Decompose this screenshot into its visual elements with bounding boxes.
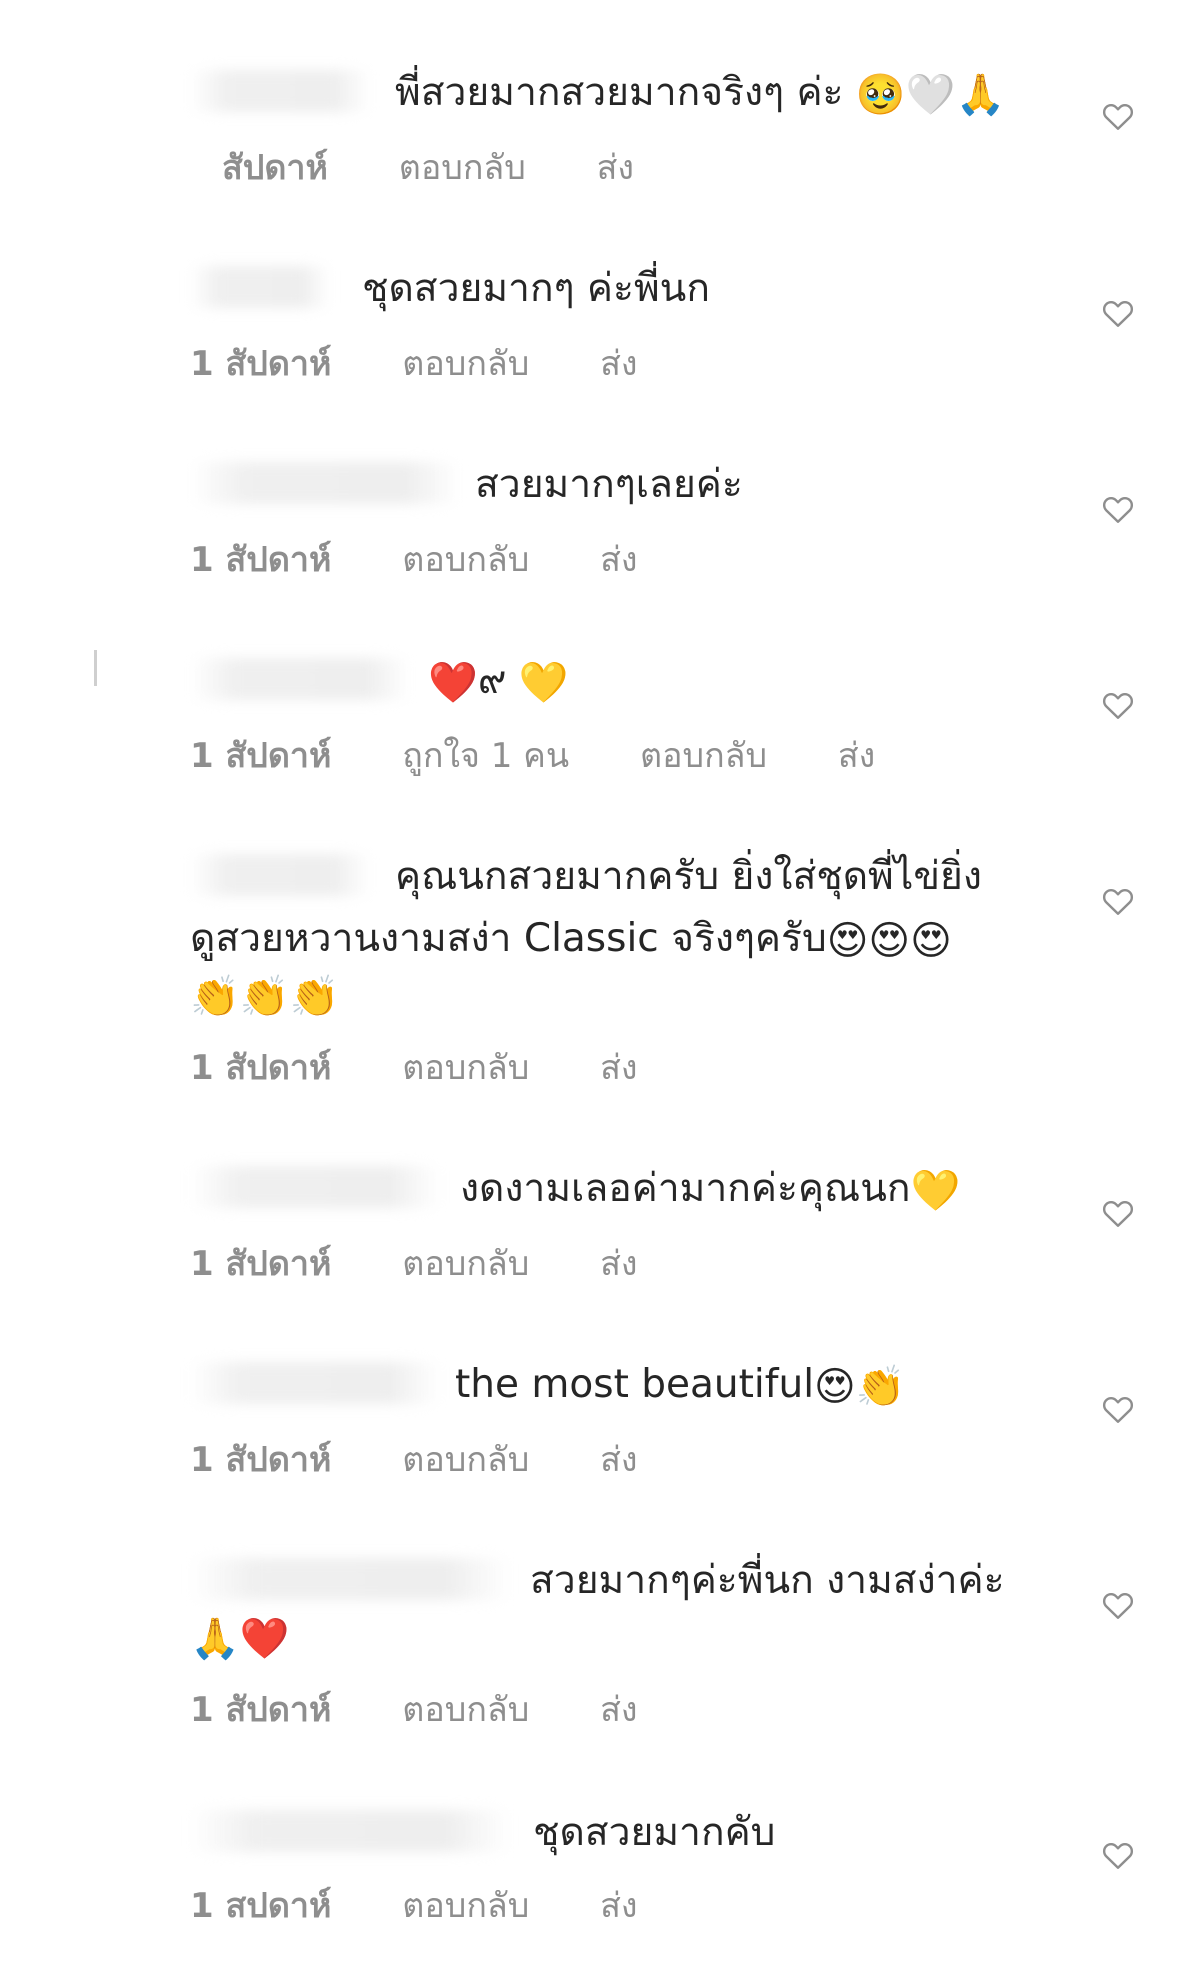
username-redacted: [190, 1362, 440, 1404]
red-heart-emoji: ❤️: [428, 659, 478, 706]
comment-text: the most beautiful😍👏: [455, 1362, 906, 1410]
like-button[interactable]: [1100, 491, 1136, 527]
likes-count[interactable]: ถูกใจ 1 คน: [402, 728, 569, 782]
heart-outline-icon: [1102, 1201, 1134, 1227]
reply-button[interactable]: ตอบกลับ: [402, 336, 529, 390]
comment-text: ชุดสวยมากๆ ค่ะพี่นก: [362, 266, 710, 311]
comment-timestamp: 1 สัปดาห์: [190, 1244, 332, 1284]
comment-timestamp: 1 สัปดาห์: [190, 1048, 332, 1088]
username-redacted: [190, 1558, 510, 1600]
reply-button[interactable]: ตอบกลับ: [402, 1432, 529, 1486]
send-button[interactable]: ส่ง: [600, 1236, 637, 1290]
heart-outline-icon: [1102, 301, 1134, 327]
send-button[interactable]: ส่ง: [600, 1040, 637, 1094]
like-button[interactable]: [1100, 1195, 1136, 1231]
comment-text: สวยมากๆค่ะพี่นก งามสง่าค่ะ: [530, 1558, 1005, 1603]
divider-mark: [94, 650, 97, 686]
heart-eyes-emoji: 😍😍😍: [826, 917, 952, 964]
send-button[interactable]: ส่ง: [600, 532, 637, 586]
reply-button[interactable]: ตอบกลับ: [402, 532, 529, 586]
comment-meta: 1 สปดาห์ ตอบกลับ ส่ง: [190, 1878, 638, 1932]
comment-meta: 1 สัปดาห์ ตอบกลับ ส่ง: [190, 1236, 638, 1290]
heart-outline-icon: [1102, 497, 1134, 523]
like-button[interactable]: [1100, 883, 1136, 919]
comment-timestamp: สัปดาห์: [222, 148, 328, 188]
heart-outline-icon: [1102, 693, 1134, 719]
username-redacted: [190, 70, 370, 112]
comment-timestamp: 1 สัปดาห์: [190, 1690, 332, 1730]
comment-text-line2: ดูสวยหวานงามสง่า Classic จริงๆครับ😍😍😍: [190, 916, 952, 964]
reply-button[interactable]: ตอบกลับ: [399, 140, 526, 194]
send-button[interactable]: ส่ง: [600, 1878, 637, 1932]
comment-text-line3: 👏👏👏: [190, 964, 339, 1026]
send-button[interactable]: ส่ง: [600, 1682, 637, 1736]
yellow-heart-emoji: 💛: [910, 1167, 961, 1214]
username-redacted: [190, 462, 460, 504]
reply-button[interactable]: ตอบกลับ: [402, 1878, 529, 1932]
username-redacted: [190, 1810, 510, 1852]
like-button[interactable]: [1100, 1587, 1136, 1623]
comment-text-line2: 🙏❤️: [190, 1606, 290, 1668]
send-button[interactable]: ส่ง: [600, 1432, 637, 1486]
heart-eyes-clap-emoji: 😍👏: [814, 1363, 906, 1410]
heart-outline-icon: [1102, 104, 1134, 130]
comment-meta: 1 สัปดาห์ ถูกใจ 1 คน ตอบกลับ ส่ง: [190, 728, 875, 782]
comment-timestamp: 1 สัปดาห์: [190, 736, 332, 776]
like-button[interactable]: [1100, 1391, 1136, 1427]
comment-timestamp: 1 สัปดาห์: [190, 344, 332, 384]
emoji-group: 🥹🤍🙏: [855, 71, 1006, 118]
comment-text: งดงามเลอค่ามากค่ะคุณนก💛: [460, 1166, 961, 1214]
send-button[interactable]: ส่ง: [597, 140, 634, 194]
comment-timestamp: 1 สัปดาห์: [190, 1440, 332, 1480]
comment-meta: สัปดาห์ ตอบกลับ ส่ง: [190, 140, 634, 194]
comment-text: คุณนกสวยมากครับ ยิ่งใส่ชุดพี่ไข่ยิ่ง: [395, 854, 982, 899]
yellow-heart-emoji: 💛: [518, 659, 569, 706]
reply-button[interactable]: ตอบกลับ: [402, 1682, 529, 1736]
comment-timestamp: 1 สปดาห์: [190, 1886, 332, 1926]
heart-outline-icon: [1102, 1397, 1134, 1423]
like-button[interactable]: [1100, 98, 1136, 134]
comment-meta: 1 สัปดาห์ ตอบกลับ ส่ง: [190, 532, 638, 586]
username-redacted: [190, 854, 370, 896]
heart-outline-icon: [1102, 1593, 1134, 1619]
comment-text: สวยมากๆเลยค่ะ: [475, 462, 743, 507]
heart-outline-icon: [1102, 1843, 1134, 1869]
comment-timestamp: 1 สัปดาห์: [190, 540, 332, 580]
reply-button[interactable]: ตอบกลับ: [402, 1040, 529, 1094]
heart-outline-icon: [1102, 889, 1134, 915]
username-redacted: [190, 266, 330, 308]
send-button[interactable]: ส่ง: [838, 728, 875, 782]
like-button[interactable]: [1100, 1837, 1136, 1873]
send-button[interactable]: ส่ง: [600, 336, 637, 390]
reply-button[interactable]: ตอบกลับ: [402, 1236, 529, 1290]
like-button[interactable]: [1100, 295, 1136, 331]
username-redacted: [190, 658, 410, 700]
comment-text: ชุดสวยมากคับ: [533, 1810, 776, 1855]
comment-meta: 1 สัปดาห์ ตอบกลับ ส่ง: [190, 1040, 638, 1094]
username-redacted: [190, 1166, 440, 1208]
comment-text: ❤️๙ 💛: [428, 658, 569, 706]
comment-meta: 1 สัปดาห์ ตอบกลับ ส่ง: [190, 1682, 638, 1736]
pray-heart-emoji: 🙏❤️: [190, 1615, 290, 1662]
comment-meta: 1 สัปดาห์ ตอบกลับ ส่ง: [190, 336, 638, 390]
clapping-emoji: 👏👏👏: [190, 973, 340, 1020]
comment-text: พี่สวยมากสวยมากจริงๆ ค่ะ 🥹🤍🙏: [395, 70, 1006, 118]
reply-button[interactable]: ตอบกลับ: [640, 728, 767, 782]
like-button[interactable]: [1100, 687, 1136, 723]
comment-meta: 1 สัปดาห์ ตอบกลับ ส่ง: [190, 1432, 638, 1486]
